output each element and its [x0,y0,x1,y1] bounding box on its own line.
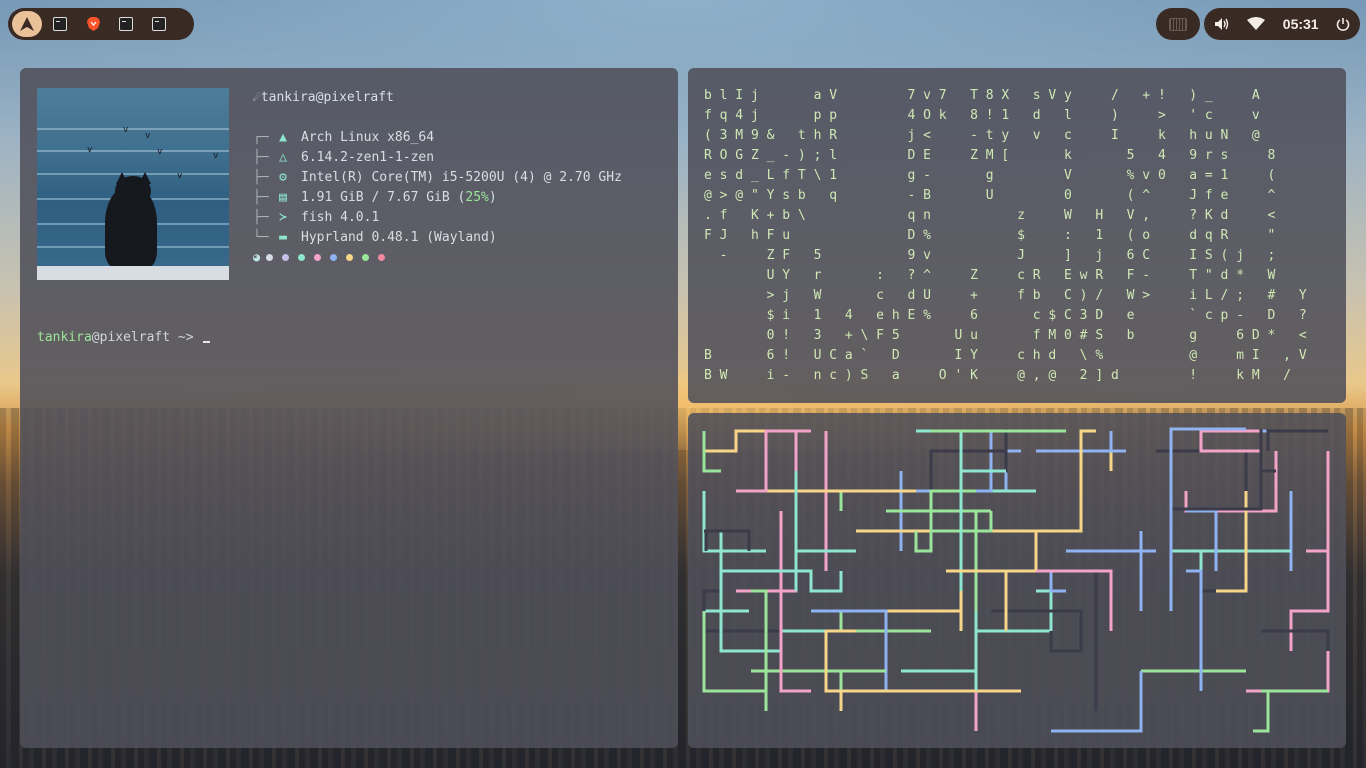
pipe-segment [1049,571,1066,593]
pipe-segment [702,491,766,553]
workspace-2-button[interactable] [45,11,75,37]
keyboard-icon [1169,17,1187,31]
pipe-segment [702,611,768,711]
palette-swatch [346,253,354,261]
pipe-segment [839,689,916,711]
terminal-window-fastfetch[interactable]: vv vv vv ☄tankira@pixelraft ┌─ ▲ Arch Li… [20,68,678,748]
pipe-segment [959,431,1006,511]
pipe-segment [1199,429,1276,491]
matrix-line: - Z F 5 9 v J ] j 6 C I S ( j ; [704,248,1276,263]
terminal-icon [119,17,133,31]
cpu-icon: ⚙ [279,170,287,185]
fastfetch-logo-image: vv vv vv [37,88,229,280]
pipe-segment [1289,491,1330,651]
matrix-line: f q 4 j p p 4 O k 8 ! 1 d l ) > ' c v [704,108,1260,123]
matrix-line: b l I j a V 7 v 7 T 8 X s V y / + ! ) _ … [704,88,1260,103]
matrix-line: B 6 ! U C a ` D I Y c h d \ % @ m I , V [704,348,1307,363]
pipe-segment [736,429,811,493]
pipe-segment [871,569,1036,631]
matrix-line: $ i 1 4 e h E % 6 c $ C 3 D e ` c p - D … [704,308,1307,323]
brave-browser-icon [86,17,100,31]
palette-swatch [282,253,290,261]
matrix-line: ( 3 M 9 & t h R j < - t y v c I k h u N … [704,128,1260,143]
arch-logo-icon [20,17,34,31]
pipe-segment [1246,651,1330,693]
palette-swatch [330,253,338,261]
shell-icon: ≻ [279,210,287,225]
palette-swatch [362,253,370,261]
system-tray: 05:31 [1204,8,1360,40]
pipe-segment [1253,689,1328,733]
pipe-segment [1306,451,1330,553]
color-palette: ◕ [253,250,394,264]
pipe-segment [824,629,976,693]
workspace-1-button[interactable] [12,11,42,37]
wm-icon: ▬ [279,230,287,245]
pipe-segment [811,609,888,691]
terminal-icon [53,17,67,31]
matrix-line: > j W c d U + f b C ) / W > i L / ; # Y [704,288,1307,303]
matrix-line: @ > @ " Y s b q - B U 0 ( ^ J f e ^ [704,188,1276,203]
terminal-icon [152,17,166,31]
volume-icon[interactable] [1214,17,1230,31]
matrix-line: . f K + b \ q n z W H V , ? K d < [704,208,1276,223]
workspace-3-button[interactable] [78,11,108,37]
shell-prompt[interactable]: tankira@pixelraft ~> [37,330,211,345]
matrix-line: 0 ! 3 + \ F 5 U u f M 0 # S b g 6 D * < [704,328,1307,343]
matrix-rain-output: b l I j a V 7 v 7 T 8 X s V y / + ! ) _ … [704,86,1307,386]
pipe-segment [901,611,978,691]
matrix-line: F J h F u D % $ : 1 ( o d q R " [704,228,1276,243]
kernel-icon: △ [279,150,287,165]
workspace-5-button[interactable] [144,11,174,37]
palette-swatch [298,253,306,261]
matrix-line: B W i - n c ) S a O ' K @ , @ 2 ] d ! k … [704,368,1291,383]
pipe-segment [856,529,1038,571]
matrix-line: U Y r : ? ^ Z c R E w R F - T " d * W [704,268,1276,283]
pipe-segment [1216,491,1248,593]
pipe-segment [1186,569,1203,691]
pipe-segment [1261,629,1330,651]
pipe-segment [1006,429,1096,533]
palette-swatch [378,253,386,261]
workspace-4-button[interactable] [111,11,141,37]
matrix-line: e s d _ L f T \ 1 g - g V % v 0 a = 1 ( [704,168,1276,183]
power-icon[interactable] [1336,17,1350,31]
pacman-icon: ◕ [253,250,261,264]
pipe-segment [1169,427,1246,611]
wifi-icon[interactable] [1247,17,1266,31]
pipe-segment [704,429,796,453]
palette-swatch [314,253,322,261]
text-cursor [203,341,211,343]
terminal-window-matrix[interactable]: b l I j a V 7 v 7 T 8 X s V y / + ! ) _ … [688,68,1346,403]
memory-icon: ▤ [279,190,287,205]
pipe-segment [704,529,751,551]
clock[interactable]: 05:31 [1283,16,1319,32]
workspace-bar [8,8,194,40]
pipes-animation [702,427,1330,733]
matrix-line: R O G Z _ - ) ; l D E Z M [ k 5 4 9 r s … [704,148,1276,163]
arch-icon: ▲ [279,130,287,145]
comet-icon: ☄ [253,90,261,105]
user-host: ☄tankira@pixelraft [253,90,394,105]
terminal-window-pipes[interactable] [688,413,1346,748]
pipe-segment [1266,429,1328,451]
palette-swatch [266,253,274,261]
keyboard-indicator[interactable] [1156,8,1200,40]
